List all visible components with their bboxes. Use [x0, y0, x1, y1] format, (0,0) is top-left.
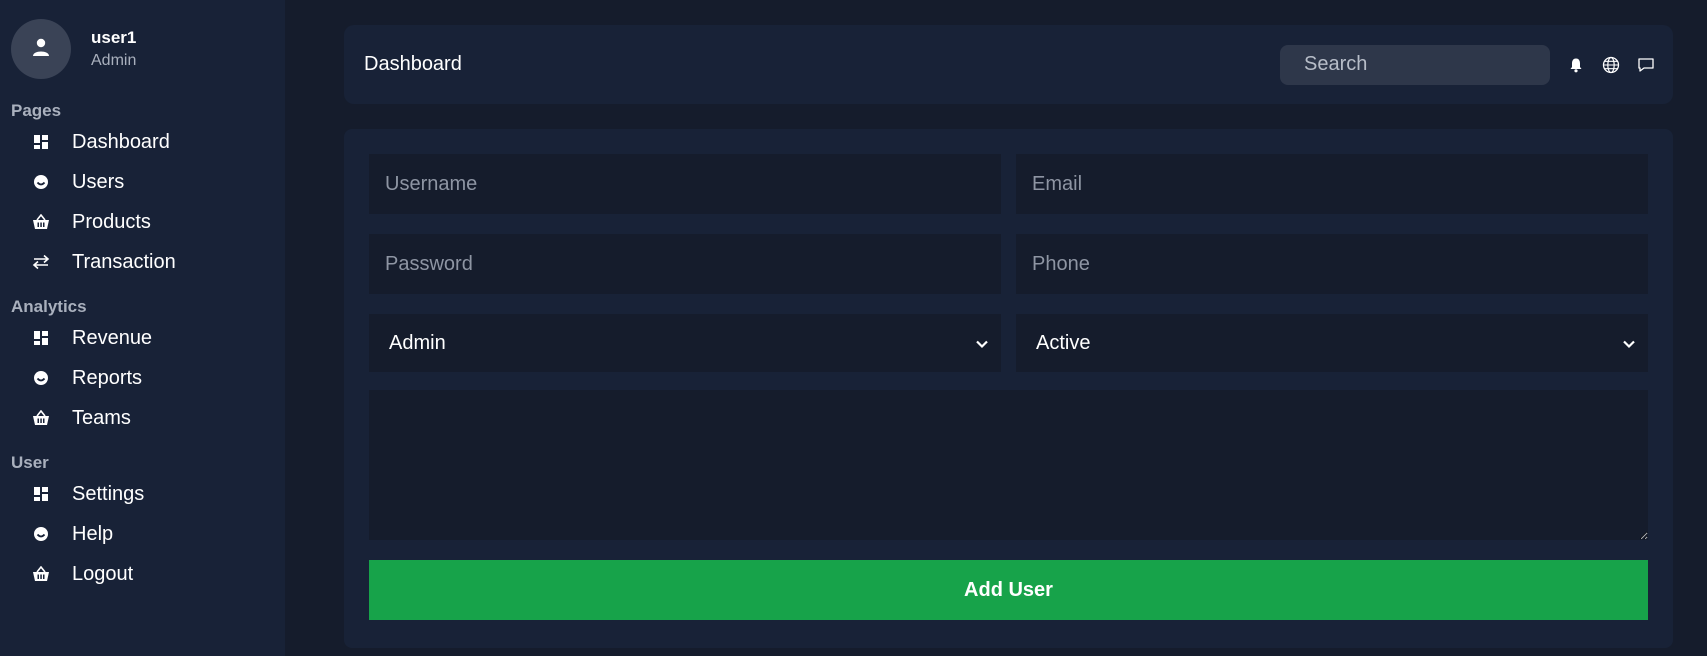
sidebar-item-revenue[interactable]: Revenue: [11, 318, 274, 358]
form-row: Admin Active: [369, 314, 1648, 372]
description-textarea[interactable]: [369, 390, 1648, 540]
add-user-form: Admin Active Add User: [344, 129, 1673, 648]
avatar: [11, 19, 71, 79]
sidebar-item-label: Settings: [72, 482, 145, 505]
basket-icon: [31, 212, 51, 232]
sidebar-item-label: Transaction: [72, 250, 176, 273]
smile-icon: [31, 368, 51, 388]
bell-icon[interactable]: [1567, 56, 1585, 74]
role-select-value: Admin: [389, 331, 446, 354]
sidebar-item-reports[interactable]: Reports: [11, 358, 274, 398]
sidebar-item-teams[interactable]: Teams: [11, 398, 274, 438]
user-name: user1: [91, 27, 137, 47]
sidebar-item-help[interactable]: Help: [11, 514, 274, 554]
message-icon[interactable]: [1637, 56, 1655, 74]
user-profile: user1 Admin: [11, 19, 274, 79]
section-title-analytics: Analytics: [11, 297, 87, 316]
dashboard-icon: [31, 328, 51, 348]
sidebar-item-label: Revenue: [72, 326, 153, 349]
section-title-pages: Pages: [11, 101, 62, 120]
username-field[interactable]: [369, 154, 1001, 214]
user-icon: [31, 37, 51, 62]
role-select[interactable]: Admin: [369, 314, 1001, 372]
sidebar-item-label: Help: [72, 522, 114, 545]
dashboard-icon: [31, 484, 51, 504]
topbar-actions: [1280, 44, 1655, 85]
app: user1 Admin Pages Dashboard Users Produc…: [0, 0, 1707, 656]
section-title-user: User: [11, 453, 49, 472]
smile-icon: [31, 172, 51, 192]
status-select-value: Active: [1036, 331, 1091, 354]
sidebar-item-label: Dashboard: [72, 130, 170, 153]
sidebar-item-products[interactable]: Products: [11, 202, 274, 242]
sidebar-item-label: Products: [72, 210, 151, 233]
form-row: [369, 234, 1648, 294]
sidebar-item-settings[interactable]: Settings: [11, 474, 274, 514]
sidebar: user1 Admin Pages Dashboard Users Produc…: [0, 0, 285, 656]
user-role: Admin: [91, 51, 137, 69]
sidebar-item-logout[interactable]: Logout: [11, 554, 274, 594]
sidebar-item-dashboard[interactable]: Dashboard: [11, 122, 274, 162]
main-content: Dashboard Search Username Email Phone Ad…: [285, 0, 1707, 656]
basket-icon: [31, 564, 51, 584]
search-input[interactable]: [1280, 44, 1550, 85]
sidebar-item-label: Logout: [72, 562, 134, 585]
smile-icon: [31, 524, 51, 544]
phone-field[interactable]: [1016, 234, 1648, 294]
password-field[interactable]: [369, 234, 1001, 294]
email-field[interactable]: [1016, 154, 1648, 214]
sidebar-item-label: Reports: [72, 366, 143, 389]
add-user-button[interactable]: Add User: [369, 560, 1648, 620]
user-info: user1 Admin: [91, 27, 136, 72]
globe-icon[interactable]: [1602, 56, 1620, 74]
chevron-down-icon: [975, 332, 989, 355]
topbar: Dashboard: [344, 25, 1673, 104]
sidebar-item-label: Teams: [72, 406, 131, 429]
chevron-down-icon: [1622, 332, 1636, 355]
dashboard-icon: [31, 132, 51, 152]
status-select[interactable]: Active: [1016, 314, 1648, 372]
page-title: Dashboard: [364, 53, 462, 75]
arrows-exchange-icon: [31, 252, 51, 272]
sidebar-item-transaction[interactable]: Transaction: [11, 242, 274, 282]
sidebar-item-label: Users: [72, 170, 125, 193]
form-row: [369, 154, 1648, 214]
basket-icon: [31, 408, 51, 428]
sidebar-item-users[interactable]: Users: [11, 162, 274, 202]
